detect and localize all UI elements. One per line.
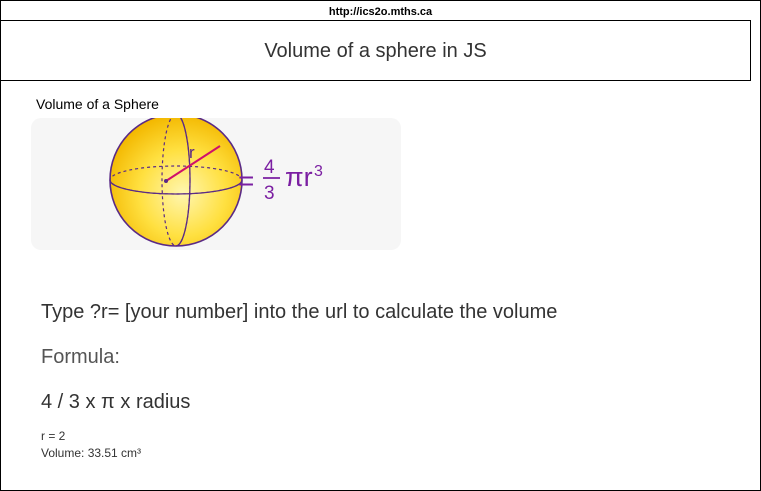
- sphere-formula-image: r = 4 3 πr 3: [31, 118, 401, 250]
- fraction-numerator: 4: [264, 157, 275, 178]
- sphere-icon: [109, 118, 243, 247]
- equals-sign: =: [238, 165, 254, 196]
- exponent: 3: [314, 163, 323, 180]
- pi-r: πr: [285, 162, 313, 192]
- instructions-text: Type ?r= [your number] into the url to c…: [41, 301, 558, 323]
- radius-output: r = 2: [41, 429, 66, 443]
- image-caption: Volume of a Sphere: [36, 96, 159, 112]
- formula-text: 4 / 3 x π x radius: [41, 391, 191, 413]
- fraction-denominator: 3: [264, 183, 275, 204]
- page-title: Volume of a sphere in JS: [264, 40, 487, 62]
- formula-heading: Formula:: [41, 346, 120, 368]
- page-header: Volume of a sphere in JS: [0, 20, 751, 81]
- radius-label: r: [189, 143, 195, 162]
- url-bar[interactable]: http://ics2o.mths.ca: [0, 0, 761, 20]
- volume-output: Volume: 33.51 cm³: [41, 446, 142, 460]
- sphere-volume-illustration: r = 4 3 πr 3: [109, 118, 323, 247]
